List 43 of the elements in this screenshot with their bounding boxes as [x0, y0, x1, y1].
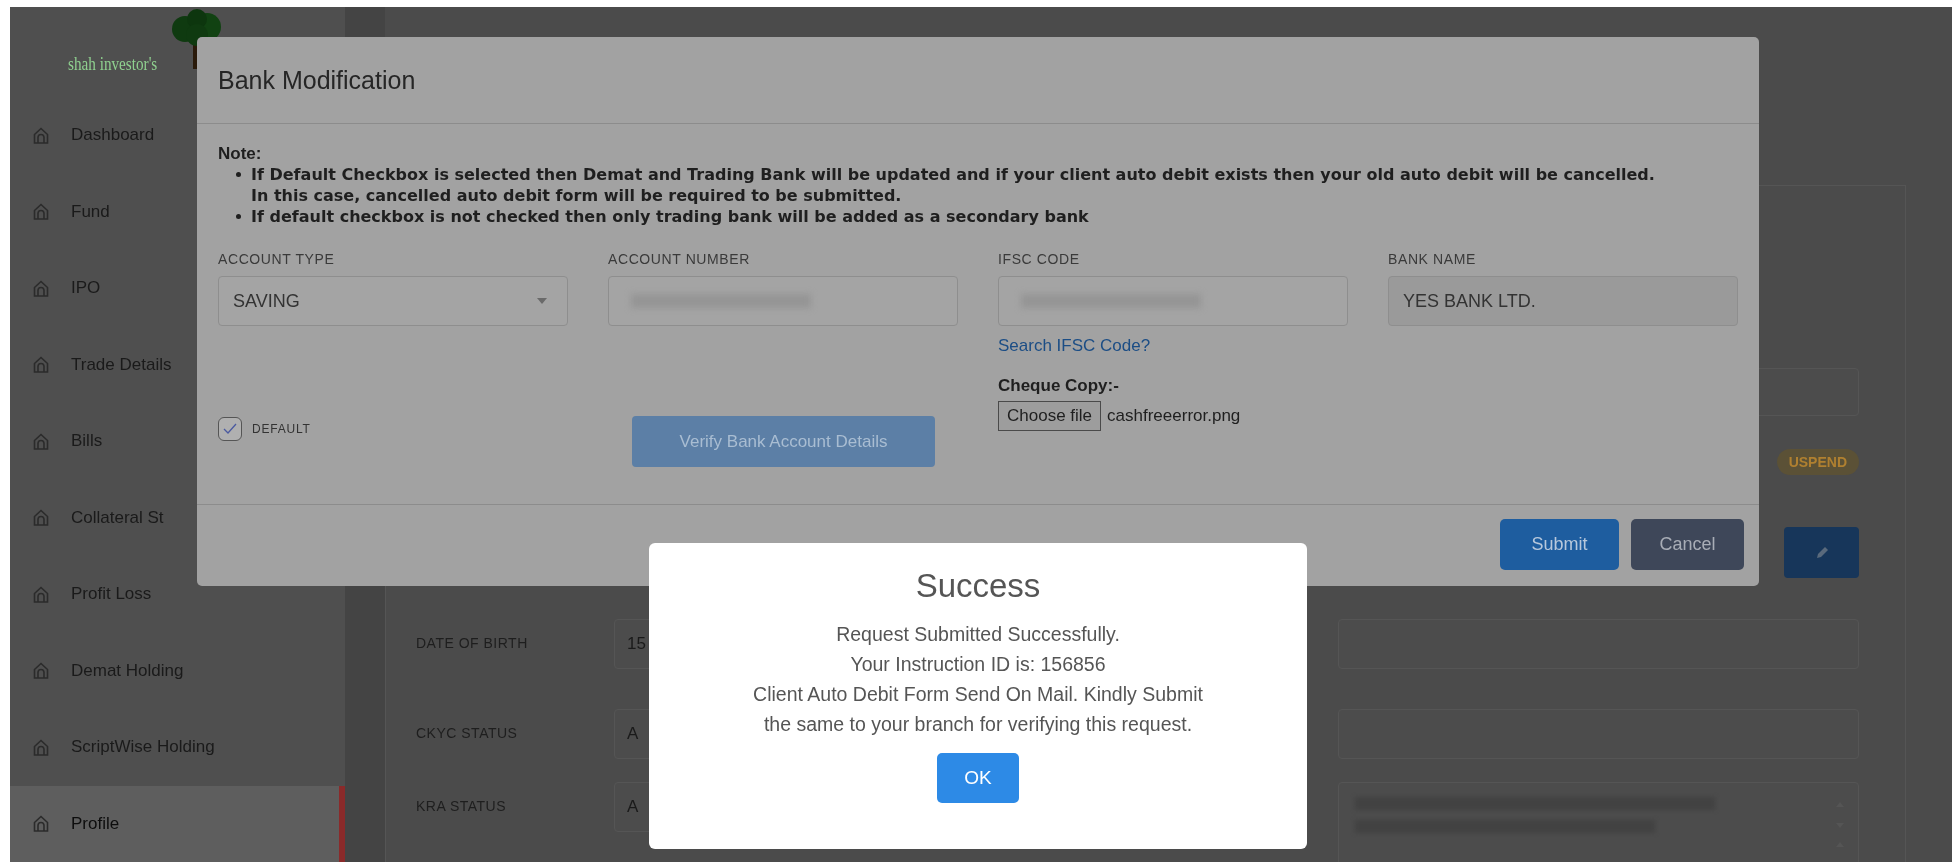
note-text: If default checkbox is not checked then only trading bank will be added as a secondary bank — [251, 206, 1089, 227]
logo-text: shah investor's — [68, 53, 158, 75]
home-icon — [33, 585, 49, 603]
home-icon — [33, 738, 49, 756]
select-field[interactable]: SAVING — [218, 276, 568, 326]
submit-button[interactable]: Submit — [1500, 519, 1619, 570]
sidebar-item[interactable]: Profile — [10, 785, 345, 862]
verify-button[interactable]: Verify Bank Account Details — [632, 416, 935, 467]
field-label: IFSC CODE — [998, 251, 1080, 269]
home-icon — [33, 203, 49, 221]
checkbox[interactable] — [218, 417, 242, 441]
checkbox-label: DEFAULT — [252, 422, 311, 436]
dialog-message: Client Auto Debit Form Send On Mail. Kindly Submit the same to your branch for verifying this request. — [752, 682, 1204, 737]
pencil-icon — [1814, 545, 1829, 560]
dialog-message: Your Instruction ID is: 156856 — [850, 652, 1106, 677]
dialog-title: Success — [915, 567, 1041, 605]
cheque-label: Cheque Copy:- — [998, 376, 1120, 396]
bullet-icon — [236, 214, 241, 219]
bullet-icon — [236, 172, 241, 177]
home-icon — [33, 815, 49, 833]
status-badge: USPEND — [1776, 449, 1859, 475]
note-text: If Default Checkbox is selected then Demat and Trading Bank will be updated and if your client auto debit exists then your old auto debit will be cancelled. In this case, cancelled auto debit form will be required to be submitted. — [251, 164, 1656, 206]
checkmark-icon — [223, 423, 237, 435]
dialog-message: Request Submitted Successfully. — [836, 622, 1120, 647]
home-icon — [33, 662, 49, 680]
home-icon — [33, 279, 49, 297]
caret-icon — [537, 298, 547, 304]
modal-title: Bank Modification — [218, 65, 416, 95]
note-heading: Note: — [218, 144, 263, 164]
field-label: BANK NAME — [1388, 251, 1476, 269]
search-ifsc-link[interactable]: Search IFSC Code? — [998, 336, 1151, 356]
input-field[interactable]: YES BANK LTD. — [1388, 276, 1738, 326]
home-icon — [33, 356, 49, 374]
ok-button[interactable]: OK — [937, 753, 1019, 803]
home-icon — [33, 509, 49, 527]
field-label: ACCOUNT TYPE — [218, 251, 335, 269]
home-icon — [33, 432, 49, 450]
file-name: cashfreeerror.png — [1107, 406, 1241, 426]
field-label: ACCOUNT NUMBER — [608, 251, 750, 269]
home-icon — [33, 126, 49, 144]
edit-button[interactable] — [1784, 527, 1859, 578]
cancel-button[interactable]: Cancel — [1631, 519, 1744, 570]
choose-file-button[interactable]: Choose file — [998, 401, 1102, 431]
